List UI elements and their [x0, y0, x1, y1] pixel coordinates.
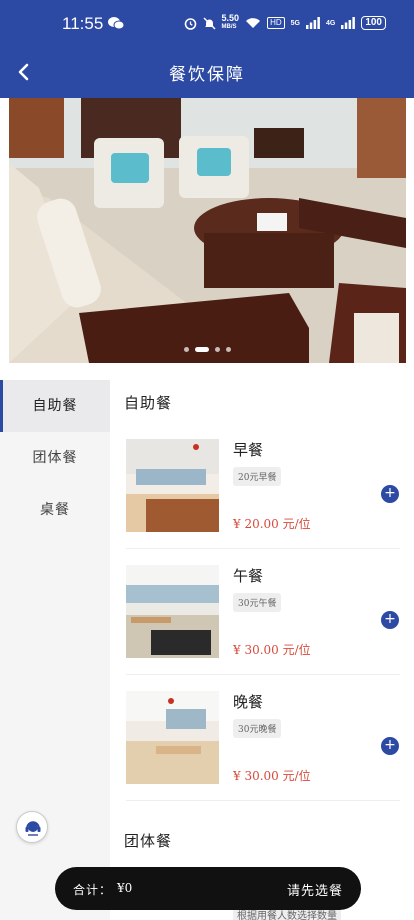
section-title-group-meal: 团体餐: [124, 832, 173, 850]
signal-icon: [305, 17, 320, 29]
meal-name: 晚餐: [233, 693, 264, 711]
meal-image: [126, 565, 219, 658]
add-button[interactable]: +: [381, 737, 399, 755]
speed-value: 5.50: [221, 13, 240, 23]
mute-icon: [203, 17, 216, 29]
meal-tag: 30元午餐: [233, 593, 282, 612]
meal-name: 午餐: [233, 567, 264, 585]
sidebar-item-buffet[interactable]: 自助餐: [0, 380, 110, 432]
meal-price: ¥ 30.00 元/位: [233, 769, 311, 783]
meal-price: ¥ 20.00 元/位: [233, 517, 311, 531]
meal-price: ¥ 30.00 元/位: [233, 643, 311, 657]
status-time: 11:55: [62, 14, 104, 33]
battery-indicator: 100: [361, 16, 386, 30]
cart-total-amount: ¥0: [117, 881, 133, 895]
signal-4g-label: 4G: [325, 19, 336, 27]
nav-bar: 餐饮保障: [0, 46, 414, 98]
wechat-icon: [108, 17, 124, 30]
divider: [126, 548, 400, 549]
meal-image: [126, 439, 219, 532]
meal-name: 早餐: [233, 441, 264, 459]
divider: [126, 800, 400, 801]
status-bar: 11:55 5.50 MB/S HD 5G 4G 100: [0, 0, 414, 46]
add-button[interactable]: +: [381, 611, 399, 629]
status-icons: 5.50 MB/S HD 5G 4G 100: [184, 14, 386, 32]
cart-total-label: 合计：: [73, 883, 113, 897]
speed-unit: MB/S: [221, 24, 237, 30]
carousel-dots: [9, 347, 406, 352]
alarm-icon: [184, 17, 196, 30]
headset-icon: [25, 821, 41, 836]
signal-5g-label: 5G: [290, 19, 300, 27]
sidebar-item-group-meal[interactable]: 团体餐: [0, 432, 110, 484]
category-sidebar: 自助餐 团体餐 桌餐: [0, 380, 110, 920]
meal-list: 自助餐 早餐 20元早餐 ¥ 20.00 元/位 + 午餐 30元午餐 ¥ 30…: [110, 380, 414, 920]
section-title-buffet: 自助餐: [124, 394, 173, 412]
hd-badge: HD: [267, 17, 285, 29]
cart-bar: 合计： ¥0 请先选餐: [55, 867, 361, 910]
signal-icon-2: [341, 17, 356, 29]
network-speed: 5.50 MB/S: [222, 14, 240, 32]
lounge-photo: [9, 98, 406, 363]
add-button[interactable]: +: [381, 485, 399, 503]
meal-image: [126, 691, 219, 784]
banner-carousel[interactable]: [9, 98, 406, 363]
divider: [126, 674, 400, 675]
meal-tag: 30元晚餐: [233, 719, 282, 738]
page-title: 餐饮保障: [169, 65, 245, 85]
carousel-dot[interactable]: [226, 347, 231, 352]
sidebar-item-table-meal[interactable]: 桌餐: [0, 484, 110, 536]
meal-item[interactable]: 午餐 30元午餐 ¥ 30.00 元/位 +: [126, 565, 400, 675]
carousel-dot-active[interactable]: [195, 347, 209, 352]
carousel-dot[interactable]: [184, 347, 189, 352]
select-meal-button[interactable]: 请先选餐: [287, 880, 343, 899]
wifi-icon: [246, 18, 261, 28]
meal-item[interactable]: 晚餐 30元晚餐 ¥ 30.00 元/位 +: [126, 691, 400, 801]
carousel-dot[interactable]: [215, 347, 220, 352]
meal-tag: 20元早餐: [233, 467, 282, 486]
meal-item[interactable]: 早餐 20元早餐 ¥ 20.00 元/位 +: [126, 439, 400, 549]
customer-service-button[interactable]: [16, 811, 48, 843]
